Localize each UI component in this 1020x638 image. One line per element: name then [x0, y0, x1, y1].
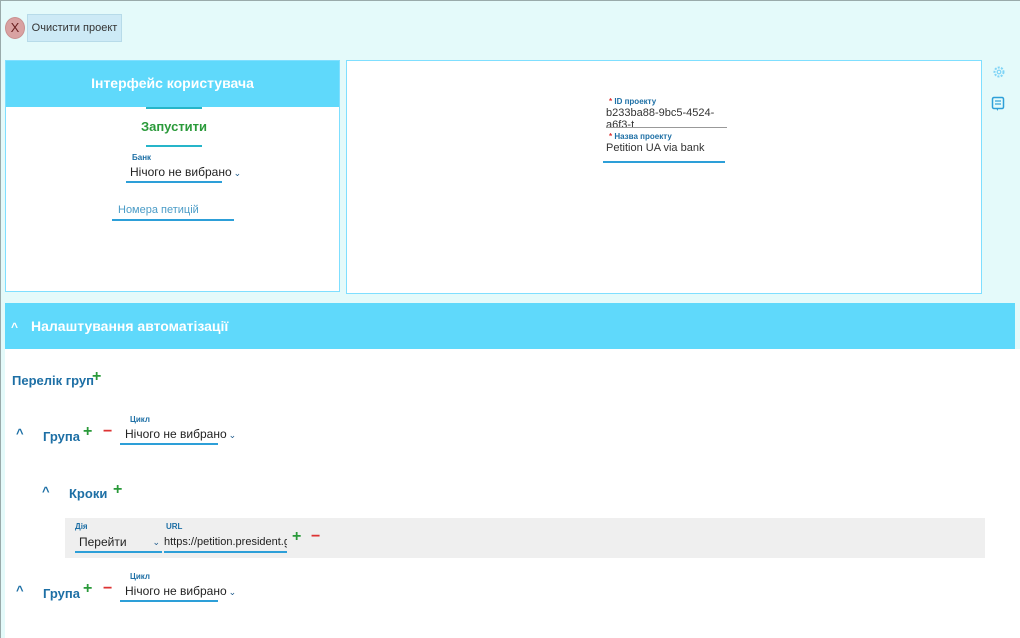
required-mark: * [609, 97, 613, 106]
cycle-select[interactable]: Нічого не вибрано ⌄ [120, 425, 236, 445]
bank-select[interactable]: Нічого не вибрано ⌄ [126, 163, 241, 183]
cycle-select-value: Нічого не вибрано [125, 427, 227, 441]
url-label: URL [166, 522, 183, 531]
steps-collapse-icon[interactable]: ^ [42, 484, 50, 499]
add-step-button[interactable]: + [83, 580, 92, 598]
user-interface-panel: Інтерфейс користувача Запустити Банк Ніч… [5, 60, 340, 292]
project-name-field[interactable]: Petition UA via bank [603, 142, 725, 163]
project-name-label-text: Назва проекту [614, 132, 672, 141]
automation-settings-body: Перелік груп + ^ Група + − Цикл Нічого н… [5, 349, 1020, 638]
remove-group-button[interactable]: − [103, 580, 112, 598]
petition-numbers-input[interactable] [112, 201, 234, 221]
url-input[interactable]: https://petition.president.gov [164, 533, 287, 553]
bank-select-value: Нічого не вибрано [130, 165, 232, 179]
group-label: Група [43, 429, 80, 444]
gear-icon[interactable] [992, 65, 1006, 79]
action-select-value: Перейти [79, 535, 127, 549]
action-label: Дія [75, 522, 88, 531]
group-collapse-icon[interactable]: ^ [16, 583, 24, 598]
clear-project-button[interactable]: Очистити проект [27, 14, 122, 42]
groups-list-label: Перелік груп [12, 373, 94, 388]
action-select[interactable]: Перейти ⌄ [75, 533, 162, 553]
project-id-field[interactable]: b233ba88-9bc5-4524-a6f3-t [606, 107, 727, 128]
close-button[interactable]: X [5, 17, 25, 39]
bank-label: Банк [132, 153, 152, 162]
add-action-button[interactable]: + [113, 481, 122, 499]
add-group-button[interactable]: + [92, 368, 101, 386]
remove-group-button[interactable]: − [103, 423, 112, 441]
group-label: Група [43, 586, 80, 601]
automation-settings-title: Налаштування автоматізації [31, 318, 229, 334]
document-icon[interactable] [991, 96, 1005, 112]
remove-step-row-button[interactable]: − [311, 528, 320, 546]
run-button[interactable]: Запустити [118, 119, 230, 134]
user-interface-title: Інтерфейс користувача [6, 61, 339, 107]
add-step-row-button[interactable]: + [292, 528, 301, 546]
required-mark: * [609, 132, 613, 141]
chevron-up-icon: ^ [11, 320, 19, 334]
project-id-label-text: ID проекту [614, 97, 657, 106]
add-step-button[interactable]: + [83, 423, 92, 441]
chevron-down-icon: ⌄ [233, 168, 242, 178]
project-name-label: * Назва проекту [609, 132, 672, 141]
group-collapse-icon[interactable]: ^ [16, 426, 24, 441]
project-id-label: * ID проекту [609, 97, 656, 106]
cycle-label: Цикл [130, 572, 150, 581]
chevron-down-icon: ⌄ [228, 587, 237, 597]
cycle-label: Цикл [130, 415, 150, 424]
cycle-select[interactable]: Нічого не вибрано ⌄ [120, 582, 236, 602]
automation-settings-header[interactable]: ^ Налаштування автоматізації [5, 303, 1015, 349]
cycle-select-value: Нічого не вибрано [125, 584, 227, 598]
step-row: Дія Перейти ⌄ URL https://petition.presid… [65, 518, 985, 558]
chevron-down-icon: ⌄ [152, 537, 160, 547]
project-panel: * ID проекту b233ba88-9bc5-4524-a6f3-t *… [346, 60, 982, 294]
chevron-down-icon: ⌄ [228, 430, 237, 440]
steps-label: Кроки [69, 486, 108, 501]
